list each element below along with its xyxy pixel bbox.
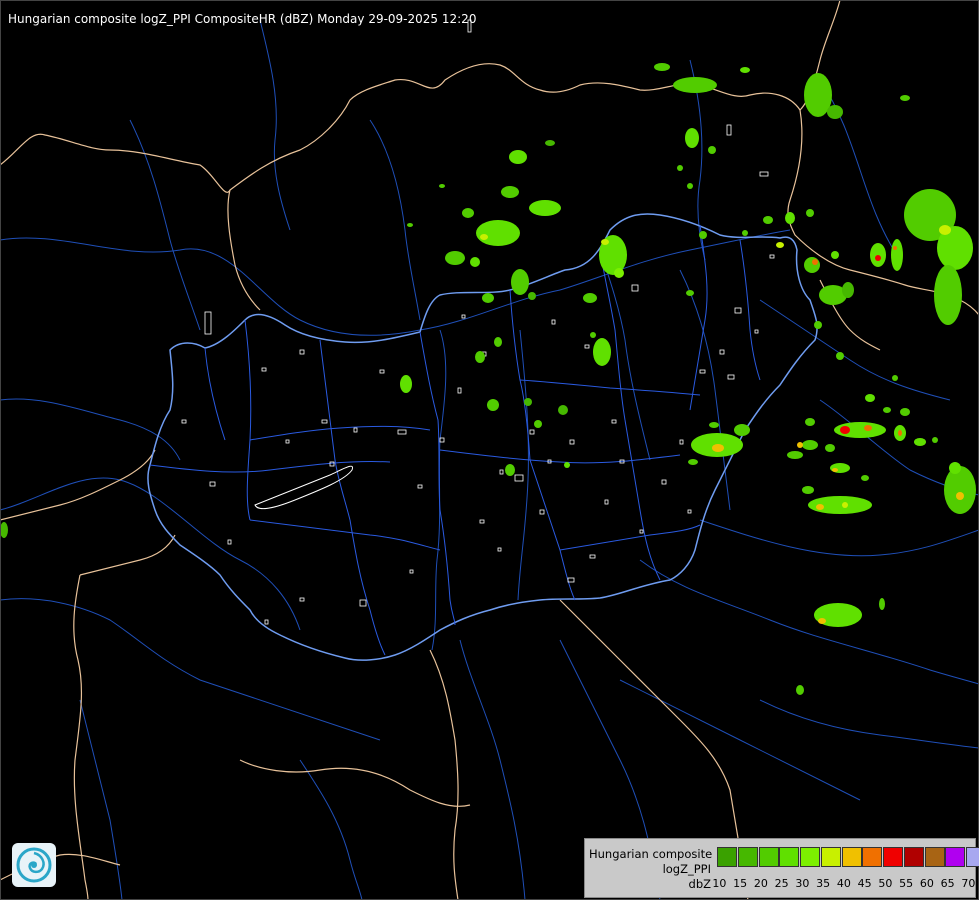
legend-tick-label: 15 xyxy=(733,877,748,890)
legend-tick-label: 25 xyxy=(774,877,789,890)
legend-swatch xyxy=(800,847,820,867)
legend-swatch xyxy=(758,847,779,867)
legend-tick-label: 50 xyxy=(878,877,893,890)
legend-swatch xyxy=(779,847,800,867)
legend-tick-label: 60 xyxy=(919,877,934,890)
legend-swatch xyxy=(945,847,966,867)
legend-label-line-1: Hungarian composite xyxy=(589,847,713,861)
legend-swatch xyxy=(717,847,737,867)
legend-swatch xyxy=(924,847,945,867)
legend-swatch xyxy=(737,847,758,867)
map-title: Hungarian composite logZ_PPI CompositeHR… xyxy=(8,12,477,26)
radar-map[interactable] xyxy=(0,0,979,900)
legend-label: Hungarian composite logZ_PPI dbZ xyxy=(589,847,713,892)
legend-tick-label: 20 xyxy=(753,877,768,890)
legend-tick-label: 70 xyxy=(961,877,976,890)
legend-tick-label: 10 xyxy=(712,877,727,890)
legend-label-line-2: logZ_PPI xyxy=(662,862,711,876)
legend-swatch xyxy=(903,847,924,867)
legend-swatches xyxy=(717,847,979,867)
color-legend: Hungarian composite logZ_PPI dbZ 10 15 20 2… xyxy=(584,838,979,898)
legend-tick-label: 35 xyxy=(816,877,831,890)
legend-swatch xyxy=(862,847,883,867)
radar-logo-icon xyxy=(12,843,56,887)
legend-swatch xyxy=(883,847,903,867)
legend-swatch xyxy=(966,847,979,867)
legend-tick-label: 65 xyxy=(940,877,955,890)
legend-tick-label: 40 xyxy=(836,877,851,890)
legend-swatch xyxy=(820,847,841,867)
legend-ticks: 10 15 20 25 30 35 40 45 50 55 60 65 70 xyxy=(709,877,979,890)
legend-tick-label: 45 xyxy=(857,877,872,890)
legend-swatch xyxy=(841,847,862,867)
legend-tick-label: 30 xyxy=(795,877,810,890)
legend-tick-label: 55 xyxy=(899,877,914,890)
legend-label-line-3: dbZ xyxy=(688,877,711,891)
